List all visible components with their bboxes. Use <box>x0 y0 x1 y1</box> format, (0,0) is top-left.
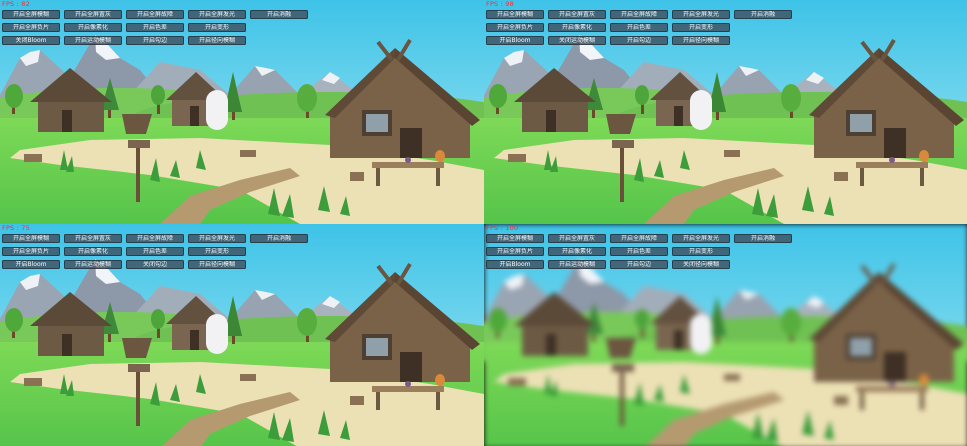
fps-counter: FPS : 100 <box>486 224 519 232</box>
effect-toggle-button-r2-2[interactable]: 开启色差 <box>610 23 668 32</box>
effect-toggle-button-r2-0[interactable]: 开启全屏负片 <box>486 23 544 32</box>
effect-toggle-button-r3-3[interactable]: 关闭径向模糊 <box>672 260 730 269</box>
effect-toggle-button-r3-0[interactable]: 开启Bloom <box>486 260 544 269</box>
effect-toggle-button-r1-2[interactable]: 开启全屏故障 <box>610 10 668 19</box>
effect-toggle-button-r2-1[interactable]: 开启像素化 <box>64 23 122 32</box>
effect-toggle-button-r3-2[interactable]: 开启勾边 <box>610 260 668 269</box>
effect-toggle-button-r2-0[interactable]: 开启全屏负片 <box>2 247 60 256</box>
effect-toggle-button-r3-3[interactable]: 开启径向模糊 <box>188 260 246 269</box>
effect-toggle-button-r2-3[interactable]: 开启变形 <box>188 23 246 32</box>
effect-toggle-button-r3-0[interactable]: 关闭Bloom <box>2 36 60 45</box>
effect-toggle-button-r1-1[interactable]: 开启全屏置灰 <box>548 10 606 19</box>
effect-toggle-button-r2-1[interactable]: 开启像素化 <box>548 247 606 256</box>
effect-toggle-button-r1-2[interactable]: 开启全屏故障 <box>126 234 184 243</box>
effect-toggle-button-r3-0[interactable]: 开启Bloom <box>486 36 544 45</box>
effect-toggle-button-r2-2[interactable]: 开启色差 <box>126 23 184 32</box>
white-capsule <box>690 90 712 130</box>
effect-toggle-button-r1-2[interactable]: 开启全屏故障 <box>126 10 184 19</box>
effect-toggle-button-r1-0[interactable]: 开启全屏模糊 <box>486 234 544 243</box>
game-viewport <box>0 224 484 446</box>
effect-toggle-button-r1-3[interactable]: 开启全屏发光 <box>672 10 730 19</box>
effect-toggle-button-r2-1[interactable]: 开启像素化 <box>548 23 606 32</box>
game-viewport <box>484 0 967 224</box>
view-outline: FPS : 75 开启全屏模糊 开启全屏置灰 开启全屏故障 开启全屏发光 开启消融开启全… <box>0 224 484 446</box>
game-viewport <box>0 0 484 224</box>
effect-toggle-button-r3-3[interactable]: 开启径向模糊 <box>672 36 730 45</box>
game-viewport <box>484 224 967 446</box>
view-bloom: FPS : 82 开启全屏模糊 开启全屏置灰 开启全屏故障 开启全屏发光 开启消融开启全… <box>0 0 484 224</box>
effect-toggle-button-r3-3[interactable]: 开启径向模糊 <box>188 36 246 45</box>
effect-toggle-button-r2-1[interactable]: 开启像素化 <box>64 247 122 256</box>
view-radial-blur: FPS : 100 开启全屏模糊 开启全屏置灰 开启全屏故障 开启全屏发光 开启消融 开启… <box>484 224 967 446</box>
effect-toggle-button-r2-2[interactable]: 开启色差 <box>126 247 184 256</box>
effect-toggle-button-r3-2[interactable]: 开启勾边 <box>126 36 184 45</box>
effect-toggle-button-r1-0[interactable]: 开启全屏模糊 <box>2 234 60 243</box>
effect-toggle-button-r1-4[interactable]: 开启消融 <box>734 234 792 243</box>
effect-toggle-button-r2-2[interactable]: 开启色差 <box>610 247 668 256</box>
effect-toggle-button-r1-1[interactable]: 开启全屏置灰 <box>64 234 122 243</box>
effect-toggle-button-r1-0[interactable]: 开启全屏模糊 <box>486 10 544 19</box>
effect-toggle-button-r3-2[interactable]: 关闭勾边 <box>126 260 184 269</box>
effect-toggle-button-r3-1[interactable]: 开启运动模糊 <box>64 260 122 269</box>
effect-toggle-button-r2-0[interactable]: 开启全屏负片 <box>2 23 60 32</box>
fps-counter: FPS : 75 <box>2 224 30 232</box>
effect-toggle-button-r1-1[interactable]: 开启全屏置灰 <box>64 10 122 19</box>
white-capsule <box>690 314 712 354</box>
effect-toggle-button-r1-2[interactable]: 开启全屏故障 <box>610 234 668 243</box>
effect-toggle-button-r1-4[interactable]: 开启消融 <box>734 10 792 19</box>
white-capsule <box>206 90 228 130</box>
effect-toggle-button-r1-4[interactable]: 开启消融 <box>250 10 308 19</box>
fps-counter: FPS : 98 <box>486 0 514 8</box>
effect-toggle-button-r2-3[interactable]: 开启变形 <box>672 247 730 256</box>
effect-toggle-button-r3-1[interactable]: 开启运动模糊 <box>64 36 122 45</box>
effect-toggle-button-r2-0[interactable]: 开启全屏负片 <box>486 247 544 256</box>
effect-toggle-button-r3-1[interactable]: 关闭运动模糊 <box>548 36 606 45</box>
fps-counter: FPS : 82 <box>2 0 30 8</box>
effect-toggle-button-r3-1[interactable]: 开启运动模糊 <box>548 260 606 269</box>
effect-toggle-button-r1-3[interactable]: 开启全屏发光 <box>672 234 730 243</box>
effect-toggle-button-r2-3[interactable]: 开启变形 <box>188 247 246 256</box>
effect-toggle-button-r1-0[interactable]: 开启全屏模糊 <box>2 10 60 19</box>
effect-toggle-button-r3-2[interactable]: 开启勾边 <box>610 36 668 45</box>
effect-toggle-button-r1-4[interactable]: 开启消融 <box>250 234 308 243</box>
white-capsule <box>206 314 228 354</box>
effect-toggle-button-r2-3[interactable]: 开启变形 <box>672 23 730 32</box>
effect-toggle-button-r1-3[interactable]: 开启全屏发光 <box>188 10 246 19</box>
effect-toggle-button-r3-0[interactable]: 开启Bloom <box>2 260 60 269</box>
effect-toggle-button-r1-1[interactable]: 开启全屏置灰 <box>548 234 606 243</box>
view-motion-blur: FPS : 98 开启全屏模糊 开启全屏置灰 开启全屏故障 开启全屏发光 开启消融开启全… <box>484 0 967 224</box>
effect-toggle-button-r1-3[interactable]: 开启全屏发光 <box>188 234 246 243</box>
